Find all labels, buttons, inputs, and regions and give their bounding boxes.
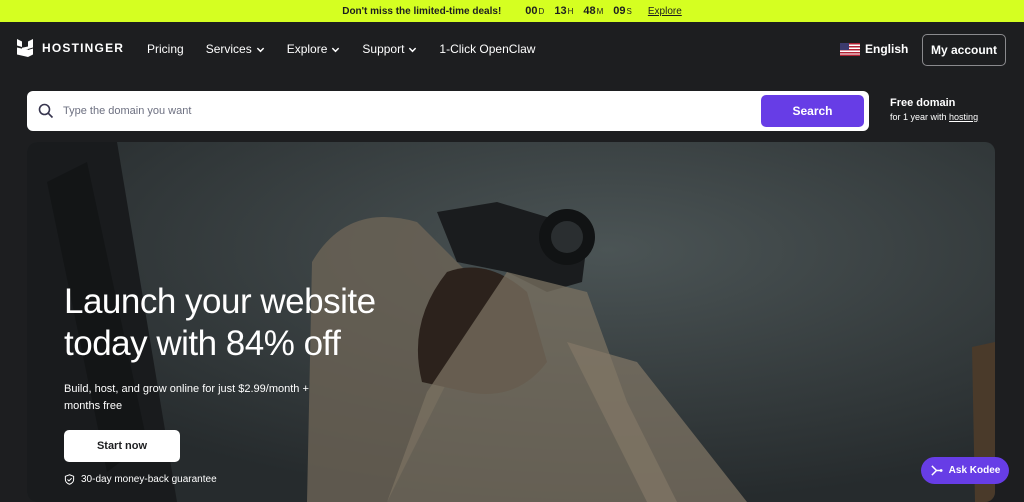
nav-links: Pricing Services Explore Support 1-Click…: [147, 42, 535, 56]
free-domain-subtitle: for 1 year with hosting: [890, 112, 979, 122]
countdown-minutes: 48M: [583, 5, 604, 17]
countdown-seconds: 09S: [613, 5, 632, 17]
money-back-guarantee: 30-day money-back guarantee: [64, 474, 217, 485]
language-selector[interactable]: English: [840, 42, 908, 56]
chevron-down-icon: [409, 47, 417, 52]
free-domain-title: Free domain: [890, 97, 956, 109]
my-account-button[interactable]: My account: [922, 34, 1006, 66]
nav-explore[interactable]: Explore: [287, 42, 341, 56]
logo-text: HOSTINGER: [42, 41, 125, 55]
hero-title: Launch your website today with 84% off: [64, 282, 376, 363]
nav-support[interactable]: Support: [362, 42, 417, 56]
ask-kodee-button[interactable]: Ask Kodee: [921, 457, 1009, 484]
us-flag-icon: [840, 42, 860, 56]
search-icon: [38, 103, 54, 119]
promo-text: Don't miss the limited-time deals!: [342, 5, 502, 17]
domain-search-input[interactable]: [63, 99, 763, 123]
promo-bar: Don't miss the limited-time deals! 00D 1…: [0, 0, 1024, 22]
search-button[interactable]: Search: [761, 95, 864, 127]
hero-subtitle: Build, host, and grow online for just $2…: [64, 383, 309, 412]
countdown-hours: 13H: [554, 5, 574, 17]
top-navigation: HOSTINGER Pricing Services Explore Suppo…: [0, 22, 1024, 78]
promo-explore-link[interactable]: Explore: [648, 6, 682, 17]
domain-search-bar: Search: [27, 91, 869, 131]
language-label: English: [865, 42, 909, 56]
hostinger-logo-icon: [17, 39, 33, 57]
nav-openclaw[interactable]: 1-Click OpenClaw: [439, 42, 535, 56]
hostinger-logo[interactable]: HOSTINGER: [16, 39, 124, 57]
start-now-button[interactable]: Start now: [64, 430, 180, 462]
ask-kodee-label: Ask Kodee: [948, 465, 1001, 476]
free-domain-info: Free domain for 1 year with hosting: [890, 97, 978, 122]
nav-services[interactable]: Services: [206, 42, 265, 56]
hosting-link[interactable]: hosting: [949, 112, 978, 122]
hero-banner: Launch your website today with 84% off B…: [27, 142, 995, 502]
chevron-down-icon: [332, 47, 340, 52]
shield-check-icon: [64, 474, 75, 485]
chevron-down-icon: [256, 47, 264, 52]
nav-pricing[interactable]: Pricing: [147, 42, 184, 56]
guarantee-text: 30-day money-back guarantee: [81, 474, 217, 485]
kodee-sparkle-icon: [930, 465, 943, 476]
countdown-days: 00D: [525, 5, 545, 17]
